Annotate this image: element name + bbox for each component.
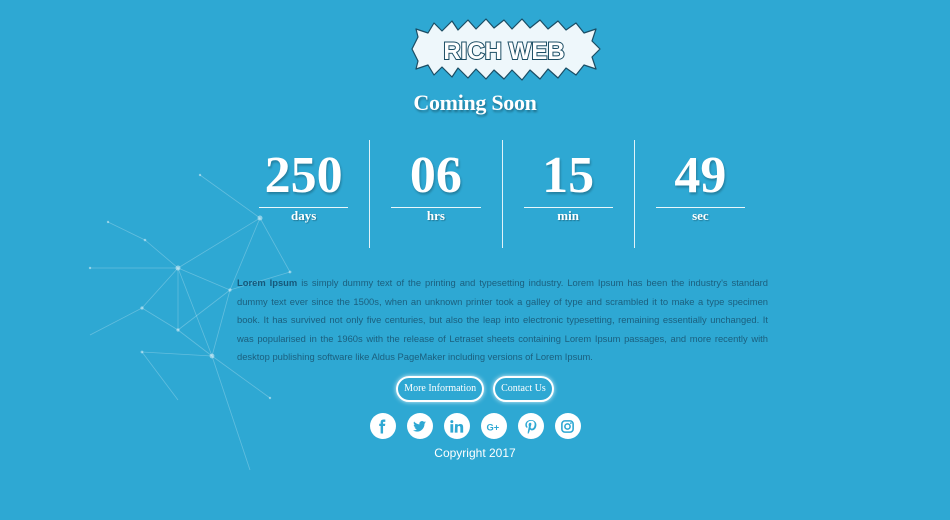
pinterest-link[interactable] [517, 413, 544, 439]
action-buttons: More Information Contact Us [0, 376, 950, 402]
countdown-hours-label: hrs [426, 208, 445, 223]
countdown-minutes-value: 15 [542, 147, 595, 204]
pinterest-icon [525, 419, 537, 434]
countdown-seconds-label: sec [692, 208, 709, 223]
description-paragraph: Lorem Ipsum is simply dummy text of the … [237, 274, 768, 367]
countdown-hours-value: 06 [409, 147, 462, 204]
svg-text:RICH WEB: RICH WEB [443, 38, 564, 65]
twitter-link[interactable] [406, 413, 433, 439]
countdown-days-value: 250 [264, 147, 343, 204]
instagram-link[interactable] [554, 413, 581, 439]
linkedin-icon [450, 419, 464, 433]
countdown-seconds-value: 49 [674, 147, 727, 204]
google-plus-link[interactable]: G+ [480, 413, 507, 439]
page-title: Coming Soon [413, 90, 537, 115]
countdown-days-label: days [290, 208, 317, 223]
more-information-button[interactable]: More Information [396, 376, 485, 402]
countdown-days: 250 days [238, 140, 369, 248]
instagram-icon [561, 419, 574, 433]
svg-text:G+: G+ [486, 422, 499, 432]
rich-web-logo: RICH WEB [411, 18, 601, 81]
countdown-hours: 06 hrs [369, 140, 501, 248]
description-body: is simply dummy text of the printing and… [237, 277, 768, 362]
contact-us-button[interactable]: Contact Us [493, 376, 554, 402]
google-plus-icon: G+ [486, 422, 499, 432]
social-links: G+ [0, 413, 950, 439]
linkedin-link[interactable] [443, 413, 470, 439]
copyright-text: Copyright 2017 [434, 446, 516, 460]
countdown-minutes-label: min [557, 208, 579, 223]
facebook-link[interactable] [369, 413, 396, 439]
countdown-timer: 250 days 06 hrs 15 min 49 sec [238, 140, 766, 248]
countdown-minutes: 15 min [501, 140, 634, 248]
facebook-icon [379, 418, 386, 434]
countdown-seconds: 49 sec [633, 140, 766, 248]
description-lead: Lorem Ipsum [237, 277, 298, 288]
twitter-icon [412, 420, 427, 432]
